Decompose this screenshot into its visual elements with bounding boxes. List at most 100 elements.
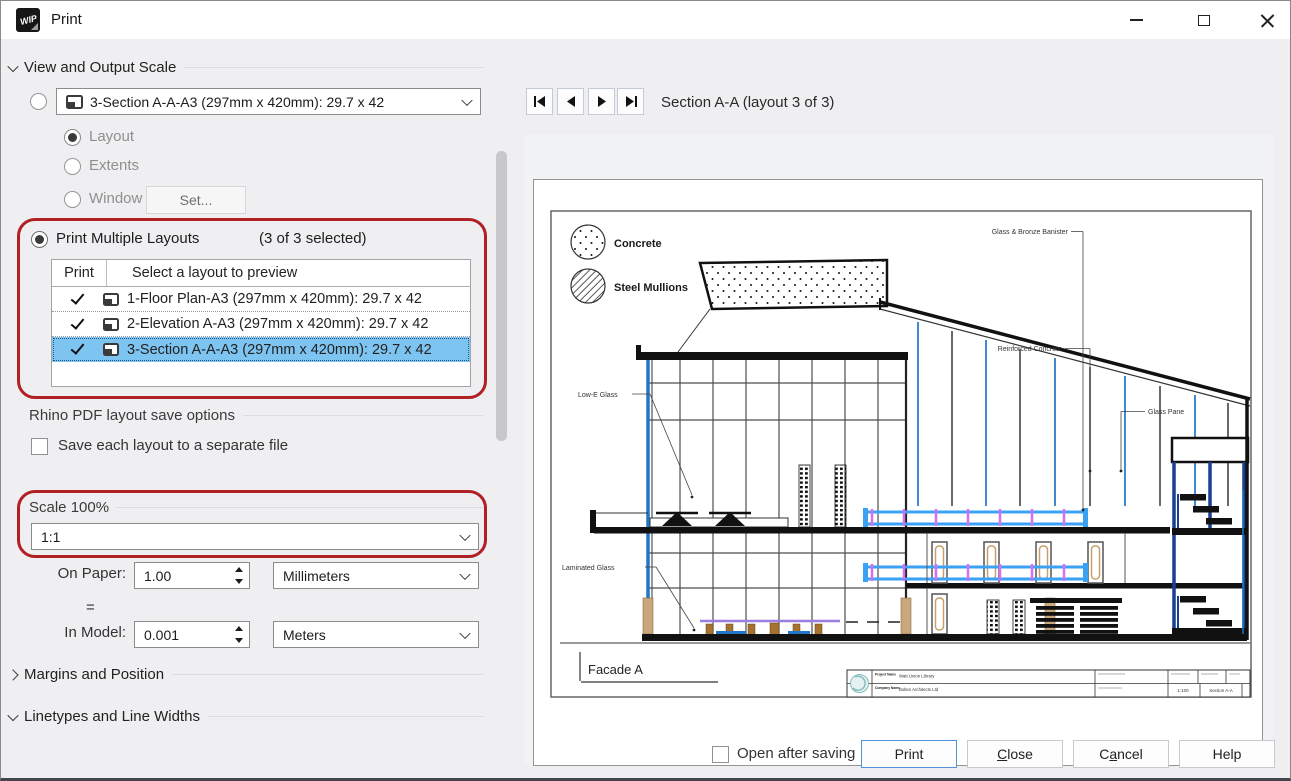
next-icon <box>596 95 608 108</box>
chevron-down-icon <box>459 529 470 540</box>
in-model-value: 0.001 <box>144 627 179 643</box>
radio-print-multiple-layouts[interactable] <box>31 231 48 248</box>
preview-panel: Section A-A (layout 3 of 3) <box>513 77 1290 778</box>
next-layout-button[interactable] <box>588 88 615 115</box>
linetypes-title: Linetypes and Line Widths <box>24 708 200 725</box>
viewport-icon <box>66 95 83 109</box>
on-paper-value: 1.00 <box>144 568 171 584</box>
low-e-glass-label: Low-E Glass <box>578 392 618 399</box>
last-page-icon <box>624 95 638 108</box>
minimize-button[interactable] <box>1113 1 1159 39</box>
company-name-label: Company Name <box>875 686 900 690</box>
company-name-value: Bolten Architects Ltd <box>899 687 939 692</box>
check-icon[interactable] <box>71 290 85 304</box>
multi-layouts-count: (3 of 3 selected) <box>259 230 367 247</box>
maximize-icon <box>1198 15 1210 26</box>
scrollbar-thumb[interactable] <box>496 151 507 441</box>
layout-row-label: 1-Floor Plan-A3 (297mm x 420mm): 29.7 x … <box>127 291 422 307</box>
facade-label: Facade A <box>588 662 643 677</box>
column-header-select: Select a layout to preview <box>107 265 297 281</box>
legend-concrete: Concrete <box>614 238 662 250</box>
banister-label: Glass & Bronze Banister <box>992 229 1069 236</box>
section-view-output-scale[interactable]: View and Output Scale <box>9 59 483 76</box>
layout-icon <box>103 343 119 356</box>
in-model-stepper[interactable] <box>230 623 248 646</box>
table-row[interactable]: 2-Elevation A-A3 (297mm x 420mm): 29.7 x… <box>52 312 470 337</box>
spin-down-icon <box>235 638 243 643</box>
margins-title: Margins and Position <box>24 666 164 683</box>
layout-table-header: Print Select a layout to preview <box>52 260 470 287</box>
first-layout-button[interactable] <box>526 88 553 115</box>
on-paper-unit-combo[interactable]: Millimeters <box>273 562 479 589</box>
layout-row-label: 3-Section A-A-A3 (297mm x 420mm): 29.7 x… <box>127 342 432 358</box>
radio-window[interactable] <box>64 191 81 208</box>
glass-pane-label: Glass Pane <box>1148 409 1184 416</box>
scale-combo[interactable]: 1:1 <box>31 523 479 550</box>
previous-layout-button[interactable] <box>557 88 584 115</box>
open-after-saving-checkbox[interactable] <box>712 746 729 763</box>
divider <box>243 415 483 416</box>
spin-up-icon <box>235 567 243 572</box>
equals-sign: = <box>86 599 95 616</box>
close-dialog-button[interactable]: Close <box>967 740 1063 768</box>
preview-caption: Section A-A (layout 3 of 3) <box>661 94 834 111</box>
title-block: Project Name Watt Union Library Company … <box>847 670 1250 697</box>
radio-extents[interactable] <box>64 158 81 175</box>
scale-title: Scale 100% <box>29 499 109 516</box>
on-paper-input[interactable]: 1.00 <box>134 562 250 589</box>
set-window-button[interactable]: Set... <box>146 186 246 214</box>
viewport-combo[interactable]: 3-Section A-A-A3 (297mm x 420mm): 29.7 x… <box>56 88 481 115</box>
radio-layout-label: Layout <box>89 128 134 145</box>
preview-viewport: Concrete Steel Mullions <box>524 134 1273 765</box>
first-page-icon <box>533 95 547 108</box>
column-header-print: Print <box>52 260 107 286</box>
chevron-down-icon <box>461 94 472 105</box>
check-icon[interactable] <box>71 340 85 354</box>
check-icon[interactable] <box>71 315 85 329</box>
spin-up-icon <box>235 626 243 631</box>
section-linetypes[interactable]: Linetypes and Line Widths <box>9 708 483 725</box>
divider <box>208 716 483 717</box>
open-after-saving-label: Open after saving <box>737 745 855 762</box>
in-model-input[interactable]: 0.001 <box>134 621 250 648</box>
maximize-button[interactable] <box>1181 1 1227 39</box>
previous-icon <box>565 95 577 108</box>
help-button[interactable]: Help <box>1179 740 1275 768</box>
preview-page: Concrete Steel Mullions <box>533 179 1263 766</box>
sheet-scale-value: 1:100 <box>1177 688 1189 693</box>
layout-row-label: 2-Elevation A-A3 (297mm x 420mm): 29.7 x… <box>127 316 428 332</box>
in-model-unit-combo[interactable]: Meters <box>273 621 479 648</box>
scale-combo-value: 1:1 <box>41 529 60 545</box>
steel-mullions-swatch-icon <box>571 269 605 303</box>
on-paper-stepper[interactable] <box>230 564 248 587</box>
chevron-right-icon <box>7 669 18 680</box>
table-row[interactable]: 1-Floor Plan-A3 (297mm x 420mm): 29.7 x … <box>52 287 470 312</box>
radio-single-viewport[interactable] <box>30 93 47 110</box>
concrete-swatch-icon <box>571 225 605 259</box>
print-dialog: WIP Print View and Output Scale 3-Sectio… <box>0 0 1291 781</box>
chevron-down-icon <box>459 627 470 638</box>
scale-header: Scale 100% <box>29 499 483 516</box>
layout-icon <box>103 318 119 331</box>
table-row-selected[interactable]: 3-Section A-A-A3 (297mm x 420mm): 29.7 x… <box>52 337 470 362</box>
section-drawing: Concrete Steel Mullions <box>550 210 1252 698</box>
radio-extents-label: Extents <box>89 157 139 174</box>
layout-table: Print Select a layout to preview 1-Floor… <box>51 259 471 387</box>
last-layout-button[interactable] <box>617 88 644 115</box>
divider <box>172 674 483 675</box>
chevron-down-icon <box>7 60 18 71</box>
sheet-name-value: Section A-A <box>1209 688 1233 693</box>
close-button[interactable] <box>1244 1 1290 39</box>
laminated-glass-label: Laminated Glass <box>562 565 615 572</box>
cancel-button[interactable]: Cancel <box>1073 740 1169 768</box>
minimize-icon <box>1130 19 1143 21</box>
on-paper-label: On Paper: <box>1 565 126 582</box>
layout-icon <box>103 293 119 306</box>
save-separate-checkbox[interactable] <box>31 438 48 455</box>
on-paper-unit: Millimeters <box>283 568 350 584</box>
print-button[interactable]: Print <box>861 740 957 768</box>
divider <box>117 507 483 508</box>
radio-layout[interactable] <box>64 129 81 146</box>
section-margins-position[interactable]: Margins and Position <box>9 666 483 683</box>
title-bar: WIP Print <box>1 1 1290 39</box>
